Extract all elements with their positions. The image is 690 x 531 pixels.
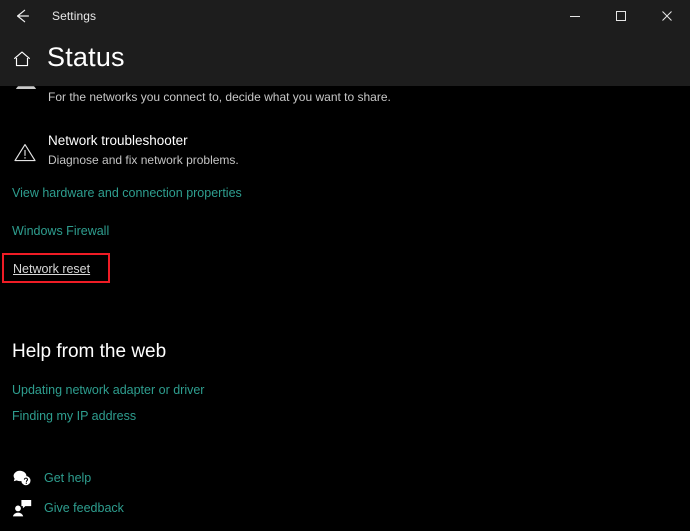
window-title: Settings — [52, 8, 97, 23]
network-reset-highlight-box: Network reset — [2, 253, 110, 283]
link-updating-network-adapter-or-driver[interactable]: Updating network adapter or driver — [12, 381, 204, 399]
sharing-options-description: For the networks you connect to, decide … — [48, 90, 391, 104]
settings-window: Settings Status For the networks you con… — [0, 0, 690, 531]
help-from-the-web-heading: Help from the web — [12, 341, 167, 362]
home-icon[interactable] — [12, 49, 32, 69]
maximize-icon — [615, 10, 627, 22]
sharing-options-icon — [14, 86, 38, 94]
back-button[interactable] — [0, 0, 44, 31]
maximize-button[interactable] — [598, 0, 644, 31]
page-title: Status — [47, 42, 125, 72]
minimize-icon — [569, 10, 581, 22]
window-controls — [552, 0, 690, 31]
title-bar: Settings — [0, 0, 690, 31]
link-windows-firewall[interactable]: Windows Firewall — [12, 222, 109, 240]
link-network-reset[interactable]: Network reset — [13, 261, 90, 278]
get-help-label: Get help — [44, 471, 92, 485]
link-finding-my-ip-address[interactable]: Finding my IP address — [12, 407, 136, 425]
warning-triangle-icon — [13, 141, 37, 165]
close-button[interactable] — [644, 0, 690, 31]
content-scroll-area[interactable]: For the networks you connect to, decide … — [0, 86, 690, 531]
network-troubleshooter-description: Diagnose and fix network problems. — [48, 153, 239, 167]
get-help-row[interactable]: Get help — [0, 466, 690, 492]
give-feedback-label: Give feedback — [44, 501, 124, 515]
get-help-icon — [12, 468, 32, 488]
link-view-hardware-and-connection-properties[interactable]: View hardware and connection properties — [12, 184, 242, 202]
close-icon — [661, 10, 673, 22]
back-arrow-icon — [12, 6, 32, 26]
sharing-options-row[interactable]: For the networks you connect to, decide … — [0, 86, 690, 108]
page-header: Status — [0, 31, 690, 86]
network-troubleshooter-title: Network troubleshooter — [48, 133, 188, 148]
give-feedback-row[interactable]: Give feedback — [0, 496, 690, 522]
minimize-button[interactable] — [552, 0, 598, 31]
give-feedback-icon — [12, 498, 32, 518]
